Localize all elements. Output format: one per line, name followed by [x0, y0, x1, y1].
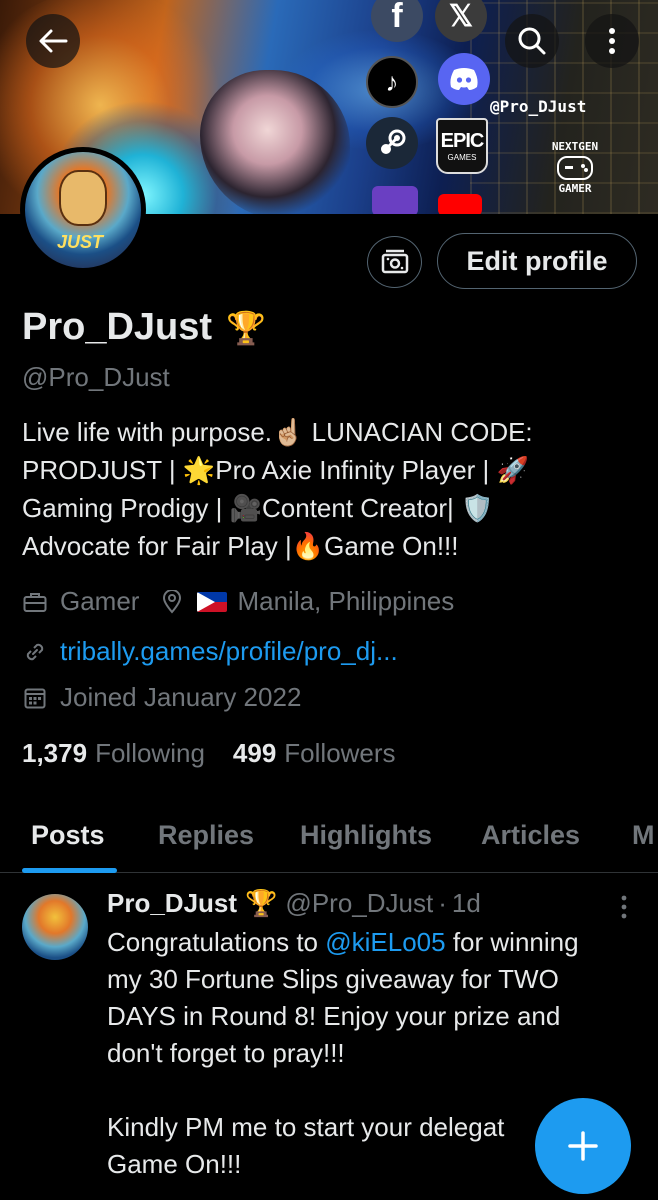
tiktok-icon: ♪: [366, 56, 418, 108]
twitch-icon: [372, 186, 418, 214]
gamer-label: GAMER: [558, 182, 592, 195]
post-text-segment: for winning: [445, 927, 579, 957]
epic-label-top: EPIC: [440, 130, 485, 152]
steam-icon: [366, 117, 418, 169]
epic-label-bottom: GAMES: [447, 153, 477, 162]
subscriptions-button[interactable]: [367, 236, 422, 288]
profile-bio: Live life with purpose.☝🏼 LUNACIAN CODE:…: [22, 413, 622, 565]
calendar-icon: [22, 685, 48, 711]
post-header: Pro_DJust 🏆 @Pro_DJust · 1d: [107, 888, 481, 919]
following-label: Following: [95, 738, 205, 768]
tab-highlights[interactable]: Highlights: [300, 820, 432, 851]
post-timestamp[interactable]: 1d: [452, 888, 481, 919]
followers-link[interactable]: 499 Followers: [233, 738, 396, 769]
bio-line: Gaming Prodigy | 🎥Content Creator| 🛡️: [22, 493, 494, 523]
post-author-handle[interactable]: @Pro_DJust: [285, 888, 433, 919]
profile-category: Gamer: [60, 586, 140, 616]
link-icon: [22, 639, 48, 665]
profile-name: Pro_DJust: [22, 306, 213, 348]
post-separator: ·: [438, 888, 447, 918]
more-options-button[interactable]: [585, 14, 639, 68]
tab-media[interactable]: M: [632, 820, 655, 851]
more-vertical-icon: [621, 895, 627, 919]
bio-line: Advocate for Fair Play |🔥Game On!!!: [22, 531, 459, 561]
profile-name-row: Pro_DJust 🏆: [22, 306, 266, 349]
philippines-flag-icon: [197, 591, 228, 612]
post-line: DAYS in Round 8! Enjoy your prize and: [107, 1001, 561, 1031]
post-author-name[interactable]: Pro_DJust: [107, 888, 237, 919]
more-vertical-icon: [609, 28, 615, 54]
profile-joined-date: Joined January 2022: [60, 682, 302, 712]
follow-stats: 1,379 Following 499 Followers: [22, 738, 396, 769]
location-pin-icon: [159, 589, 185, 615]
gamepad-icon: [557, 156, 593, 180]
trophy-badge-icon: 🏆: [226, 309, 266, 346]
post-line: my 30 Fortune Slips giveaway for TWO: [107, 964, 559, 994]
post-line: don't forget to pray!!!: [107, 1038, 345, 1068]
bio-line: Live life with purpose.☝🏼 LUNACIAN CODE:: [22, 417, 533, 447]
edit-profile-button[interactable]: Edit profile: [437, 233, 637, 289]
plus-icon: [568, 1131, 598, 1161]
active-tab-indicator: [22, 868, 117, 873]
banner-art-character: [200, 70, 350, 214]
post-line: Congratulations to @kiELo05 for winning: [107, 924, 637, 961]
search-icon: [518, 27, 546, 55]
followers-count: 499: [232, 738, 277, 768]
post-more-button[interactable]: [615, 894, 633, 920]
profile-location: Manila, Philippines: [237, 586, 455, 616]
profile-meta-row: Gamer Manila, Philippines: [22, 586, 454, 617]
briefcase-icon: [22, 589, 48, 615]
back-arrow-icon: [39, 29, 68, 53]
post-text-segment: Congratulations to: [107, 927, 326, 957]
nextgen-gamer-logo: NEXTGEN GAMER: [535, 140, 615, 195]
avatar-art-face: [59, 170, 107, 226]
tab-posts[interactable]: Posts: [31, 820, 105, 851]
profile-avatar[interactable]: JUST: [20, 147, 146, 273]
banner-handle-text: @Pro_DJust: [490, 97, 587, 116]
following-link[interactable]: 1,379 Following: [22, 738, 205, 769]
post-author-avatar[interactable]: [22, 894, 88, 960]
post-mention-link[interactable]: @kiELo05: [325, 927, 445, 957]
subscriptions-icon: [381, 249, 408, 274]
post-blank-line: [107, 1072, 637, 1109]
bio-line: PRODJUST | 🌟Pro Axie Infinity Player | 🚀: [22, 455, 529, 485]
profile-handle: @Pro_DJust: [22, 362, 170, 392]
back-button[interactable]: [26, 14, 80, 68]
trophy-badge-icon: 🏆: [245, 888, 278, 918]
followers-label: Followers: [284, 738, 396, 768]
youtube-icon: [438, 194, 482, 214]
discord-icon: [438, 53, 490, 105]
compose-post-button[interactable]: [535, 1098, 631, 1194]
epic-games-icon: EPIC GAMES: [436, 118, 488, 174]
nextgen-label: NEXTGEN: [551, 140, 599, 153]
tab-articles[interactable]: Articles: [481, 820, 580, 851]
search-button[interactable]: [505, 14, 559, 68]
profile-website-row: tribally.games/profile/pro_dj...: [22, 636, 398, 667]
profile-joined-row: Joined January 2022: [22, 682, 301, 713]
tab-replies[interactable]: Replies: [158, 820, 254, 851]
profile-website-link[interactable]: tribally.games/profile/pro_dj...: [60, 636, 398, 667]
avatar-art-text: JUST: [57, 232, 104, 252]
following-count: 1,379: [22, 738, 88, 768]
profile-tabs: Posts Replies Highlights Articles M: [0, 800, 658, 873]
